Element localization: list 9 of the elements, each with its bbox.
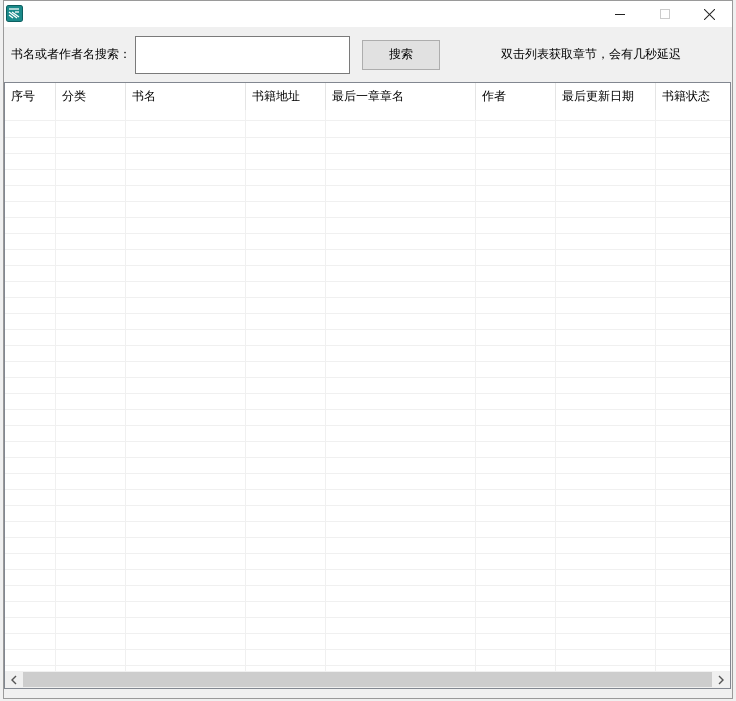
scroll-right-icon[interactable] — [717, 674, 725, 684]
search-button[interactable]: 搜索 — [362, 40, 440, 70]
maximize-icon — [660, 9, 670, 19]
search-field[interactable] — [135, 36, 350, 74]
hint-text: 双击列表获取章节，会有几秒延迟 — [501, 46, 681, 63]
search-label: 书名或者作者名搜索： — [11, 46, 131, 63]
scroll-left-icon[interactable] — [10, 674, 18, 684]
close-icon — [704, 8, 715, 20]
book-list[interactable]: 序号 分类 书名 书籍地址 最后一章章名 作者 最后更新日期 书籍状态 — [4, 82, 731, 689]
